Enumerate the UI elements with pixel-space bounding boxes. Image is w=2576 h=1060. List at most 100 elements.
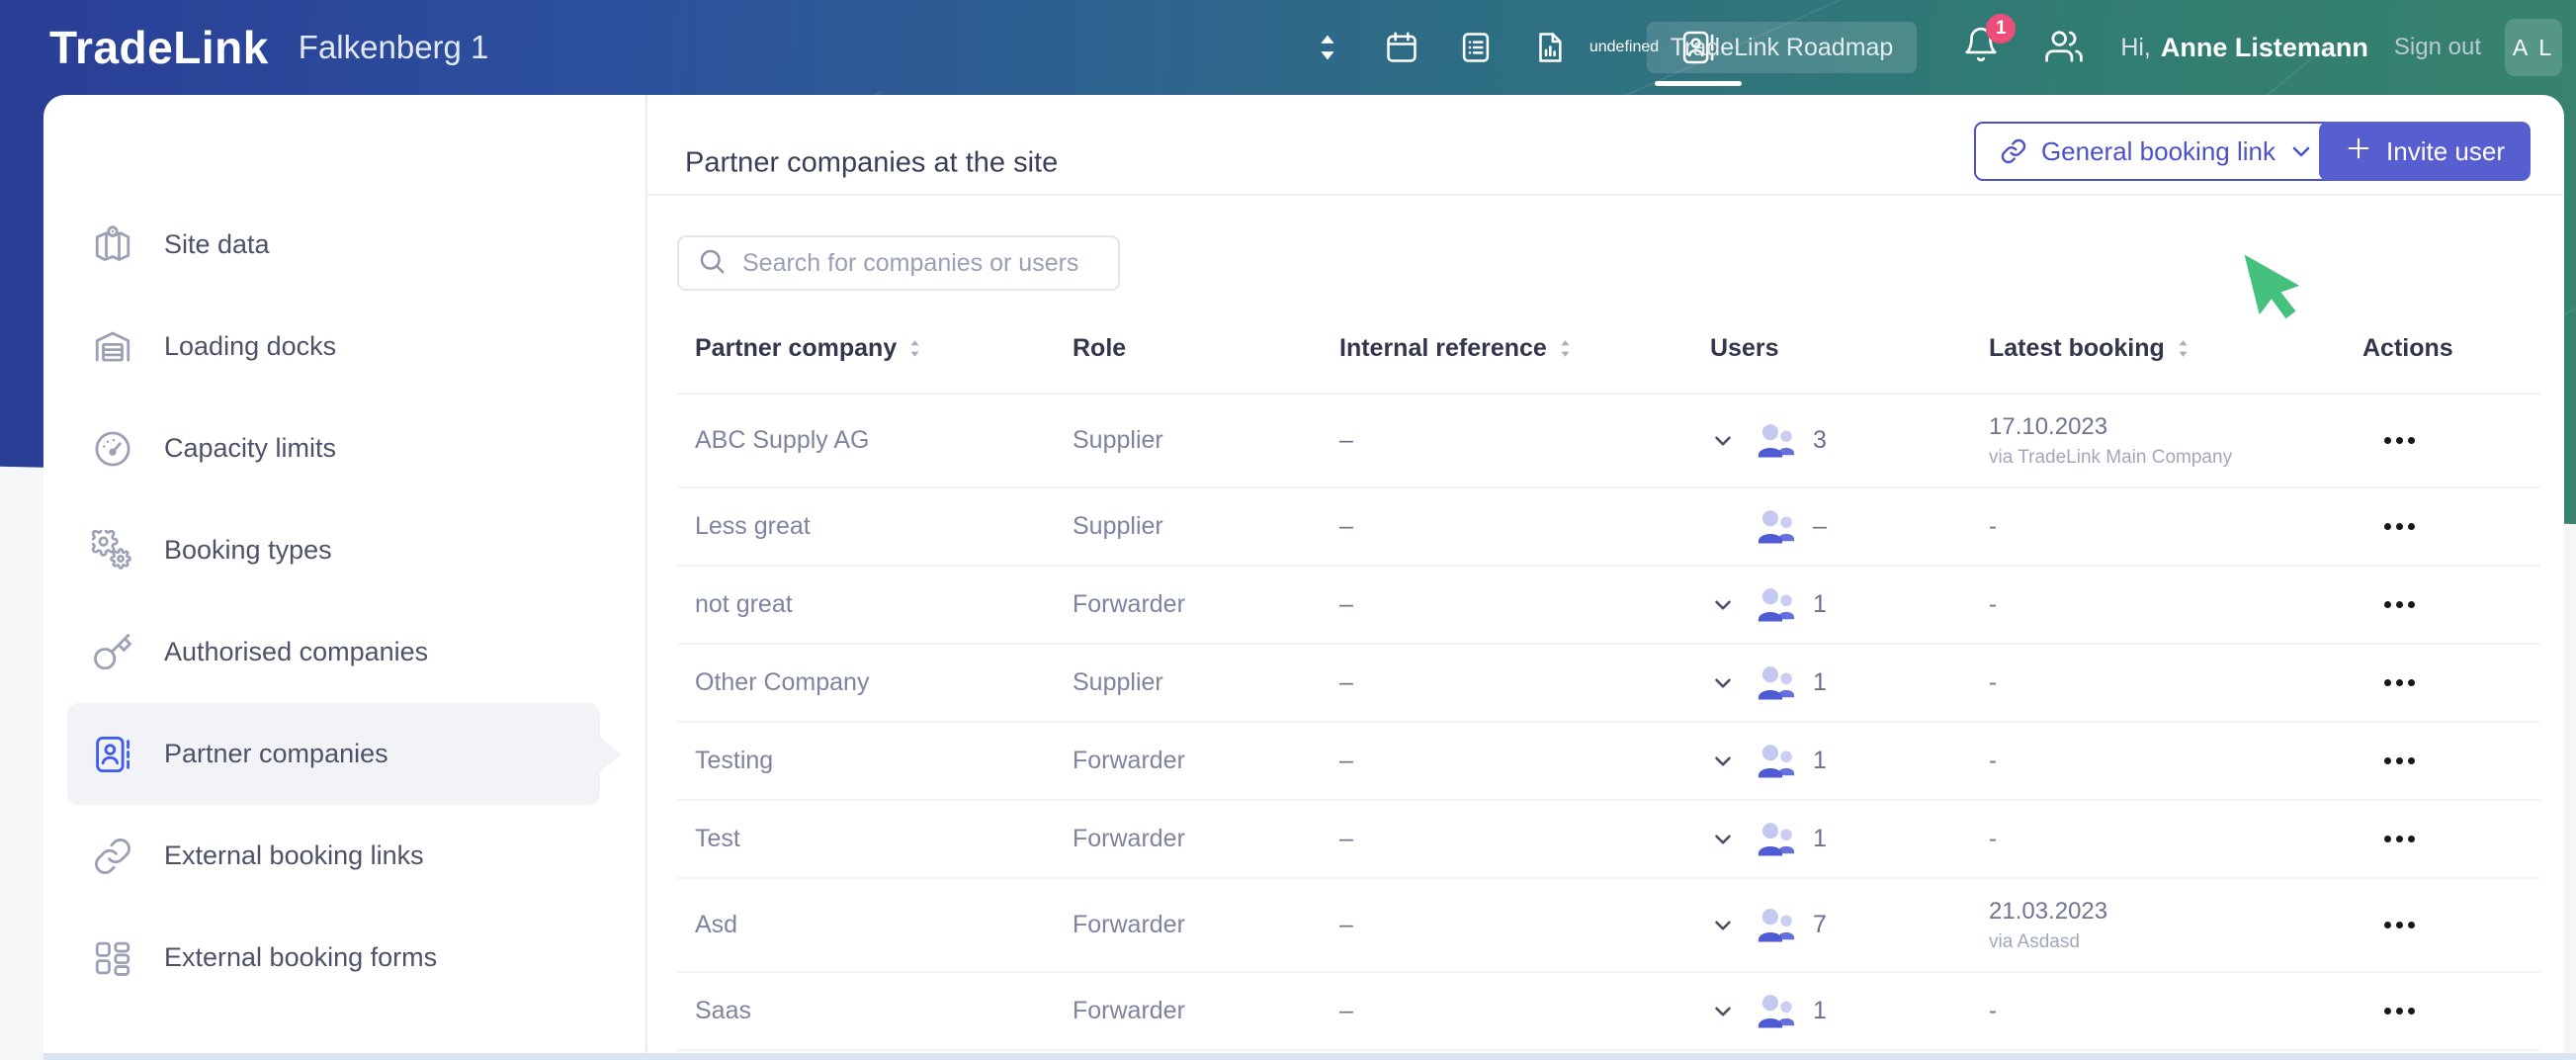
column-label: Latest booking xyxy=(1989,334,2165,362)
row-actions-button[interactable] xyxy=(2378,912,2421,938)
row-actions-button[interactable] xyxy=(2378,669,2421,696)
search-icon xyxy=(679,246,727,281)
row-actions-button[interactable] xyxy=(2378,826,2421,852)
key-icon xyxy=(91,631,134,674)
gears-icon xyxy=(91,529,134,573)
users-directory-button[interactable] xyxy=(2045,28,2085,67)
users-count: 3 xyxy=(1813,426,1827,454)
partner-company-cell: Testing xyxy=(695,747,774,774)
table-row: Asd Forwarder – 7 21.03.2023 via Asdasd xyxy=(677,879,2540,973)
actions-cell xyxy=(2362,998,2540,1024)
sidebar-item-external-booking-links[interactable]: External booking links xyxy=(67,805,600,907)
sidebar-item-loading-docks[interactable]: Loading docks xyxy=(67,296,600,398)
actions-cell xyxy=(2362,912,2540,938)
table-row: Less great Supplier – – - xyxy=(677,488,2540,567)
actions-cell xyxy=(2362,669,2540,696)
users-icon xyxy=(1756,818,1803,861)
table-row: Testing Forwarder – 1 - xyxy=(677,723,2540,801)
users-count: 1 xyxy=(1813,997,1827,1024)
latest-booking-cell: - xyxy=(1989,747,1997,774)
column-header-actions: Actions xyxy=(2362,334,2540,363)
actions-cell xyxy=(2362,591,2540,618)
row-actions-button[interactable] xyxy=(2378,998,2421,1024)
latest-booking-cell: - xyxy=(1989,825,1997,852)
content-card: Site data Loading docks Capacity limits … xyxy=(43,95,2564,1054)
sidebar-item-external-booking-forms[interactable]: External booking forms xyxy=(67,907,600,1009)
user-name: Anne Listemann xyxy=(2160,32,2368,62)
role-cell: Forwarder xyxy=(1073,590,1185,618)
users-count: 1 xyxy=(1813,747,1827,774)
row-actions-button[interactable] xyxy=(2378,513,2421,540)
search-input[interactable] xyxy=(740,247,1118,279)
actions-cell xyxy=(2362,427,2540,454)
search-box xyxy=(677,235,1120,291)
bell-icon xyxy=(1962,27,2000,67)
expand-users-chevron-icon[interactable] xyxy=(1710,669,1738,697)
expand-users-chevron-icon[interactable] xyxy=(1710,591,1738,619)
column-header-role: Role xyxy=(1073,334,1339,363)
nav-sort-vertical-button[interactable] xyxy=(1307,0,1348,95)
sidebar-item-label: External booking links xyxy=(164,840,424,870)
sort-icon[interactable] xyxy=(2177,339,2190,358)
partner-company-cell: not great xyxy=(695,590,793,618)
sign-out-link[interactable]: Sign out xyxy=(2388,33,2487,62)
sort-icon[interactable] xyxy=(908,339,921,358)
row-actions-button[interactable] xyxy=(2378,427,2421,454)
main-header: Partner companies at the site General bo… xyxy=(647,95,2564,319)
sort-icon[interactable] xyxy=(1559,339,1572,358)
row-actions-button[interactable] xyxy=(2378,748,2421,774)
notification-badge: 1 xyxy=(1986,14,2017,44)
expand-users-chevron-icon[interactable] xyxy=(1710,826,1738,853)
internal-reference-cell: – xyxy=(1339,997,1353,1024)
sidebar-item-label: Authorised companies xyxy=(164,637,429,666)
roadmap-button[interactable]: TradeLink Roadmap xyxy=(1646,22,1918,73)
expand-users-chevron-icon[interactable] xyxy=(1710,912,1738,939)
column-header-internal-reference: Internal reference xyxy=(1339,334,1710,363)
partner-company-cell: Test xyxy=(695,825,740,852)
nav-document-chart-button[interactable] xyxy=(1529,0,1571,95)
invite-user-button[interactable]: Invite user xyxy=(2319,122,2531,181)
role-cell: Forwarder xyxy=(1073,747,1185,774)
nav-calendar-button[interactable] xyxy=(1381,0,1422,95)
sidebar-item-label: External booking forms xyxy=(164,942,438,972)
bottom-scroll-strip xyxy=(43,1053,2576,1060)
table-header-row: Partner company Role Internal reference Use… xyxy=(677,291,2540,395)
sidebar-item-authorised-companies[interactable]: Authorised companies xyxy=(67,601,600,703)
people-icon xyxy=(2045,31,2084,69)
users-count: 1 xyxy=(1813,825,1827,852)
general-booking-link-button[interactable]: General booking link xyxy=(1973,122,2339,181)
sort-vertical-icon xyxy=(1309,29,1346,66)
row-actions-button[interactable] xyxy=(2378,591,2421,618)
sidebar-item-label: Partner companies xyxy=(164,739,388,768)
sidebar-item-partner-companies[interactable]: Partner companies xyxy=(67,703,600,805)
nav-settings-gear-button[interactable]: undefined xyxy=(1589,0,1659,95)
column-label: Users xyxy=(1710,334,1779,362)
notifications-button[interactable]: 1 xyxy=(1962,14,2017,69)
sidebar-item-site-data[interactable]: Site data xyxy=(67,194,600,296)
plus-icon xyxy=(2345,134,2372,169)
column-header-partner-company: Partner company xyxy=(677,334,1073,363)
nav-clipboard-list-button[interactable] xyxy=(1455,0,1497,95)
sidebar-item-booking-types[interactable]: Booking types xyxy=(67,499,600,601)
partner-company-cell: Other Company xyxy=(695,668,870,696)
internal-reference-cell: – xyxy=(1339,911,1353,938)
users-cell: 1 xyxy=(1710,662,1989,705)
expand-users-chevron-icon[interactable] xyxy=(1710,998,1738,1025)
sidebar: Site data Loading docks Capacity limits … xyxy=(43,95,647,1054)
sidebar-item-label: Capacity limits xyxy=(164,433,337,463)
users-icon xyxy=(1756,990,1803,1033)
partner-company-cell: Asd xyxy=(695,911,738,938)
partner-company-cell: Saas xyxy=(695,997,751,1024)
column-header-users: Users xyxy=(1710,334,1989,363)
column-label: Actions xyxy=(2362,334,2453,362)
users-count: 1 xyxy=(1813,590,1827,618)
users-icon xyxy=(1756,419,1803,463)
expand-users-chevron-icon[interactable] xyxy=(1710,427,1738,455)
role-cell: Forwarder xyxy=(1073,911,1185,938)
table-row: not great Forwarder – 1 - xyxy=(677,567,2540,645)
table-row: Other Company Supplier – 1 - xyxy=(677,645,2540,723)
expand-users-chevron-icon[interactable] xyxy=(1710,748,1738,775)
sidebar-item-capacity-limits[interactable]: Capacity limits xyxy=(67,398,600,499)
top-bar: TradeLink Falkenberg 1 undefined TradeLi… xyxy=(0,0,2576,95)
avatar[interactable]: A L xyxy=(2505,19,2562,76)
